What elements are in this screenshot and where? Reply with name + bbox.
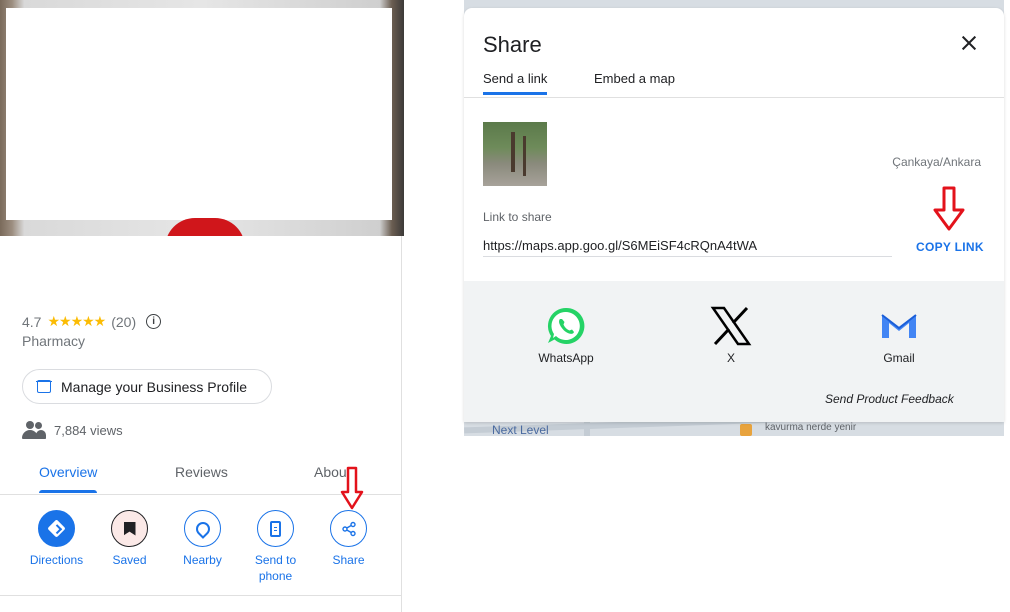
tab-overview[interactable]: Overview xyxy=(39,464,98,493)
share-tabs: Send a link Embed a map xyxy=(464,66,1004,98)
tab-send-a-link[interactable]: Send a link xyxy=(483,71,548,95)
map-label-kavurma[interactable]: kavurma nerde yenir xyxy=(765,422,856,433)
nearby-icon xyxy=(184,510,221,547)
send-to-phone-button[interactable]: Send to phone xyxy=(239,510,312,584)
whatsapp-icon xyxy=(547,307,585,344)
place-address: Çankaya/Ankara xyxy=(892,155,981,169)
nearby-button[interactable]: Nearby xyxy=(166,510,239,584)
views-row: 7,884 views xyxy=(22,420,123,440)
saved-label: Saved xyxy=(112,553,147,567)
gmail-label: Gmail xyxy=(883,351,915,365)
whatsapp-label: WhatsApp xyxy=(538,351,594,365)
send-to-phone-label: Send to phone xyxy=(254,553,297,583)
star-rating-icon: ★★★★★ xyxy=(47,313,106,329)
bookmark-icon xyxy=(111,510,148,547)
x-label: X xyxy=(726,351,735,365)
info-icon[interactable]: i xyxy=(146,314,162,329)
share-label: Share xyxy=(332,553,365,567)
directions-icon xyxy=(38,510,75,547)
divider xyxy=(0,595,402,596)
x-logo-icon xyxy=(710,306,752,346)
link-to-share-label: Link to share xyxy=(483,210,552,224)
action-bar: Directions Saved Nearby Send to phone Sh… xyxy=(20,510,385,584)
rating-value: 4.7 xyxy=(22,313,42,330)
send-feedback-link[interactable]: Send Product Feedback xyxy=(825,392,954,406)
people-icon xyxy=(22,420,46,440)
annotation-arrow-down-icon xyxy=(340,466,364,510)
share-icon xyxy=(330,510,367,547)
manage-business-profile-label: Manage your Business Profile xyxy=(61,378,247,395)
place-category[interactable]: Pharmacy xyxy=(22,333,85,349)
close-icon[interactable] xyxy=(958,32,980,54)
tab-reviews[interactable]: Reviews xyxy=(175,464,228,480)
share-link-input[interactable] xyxy=(483,234,892,257)
manage-business-profile-button[interactable]: Manage your Business Profile xyxy=(22,369,272,404)
photo-redaction xyxy=(6,8,392,220)
annotation-arrow-down-icon xyxy=(933,186,965,231)
restaurant-pin-icon[interactable] xyxy=(740,424,752,436)
place-photo[interactable] xyxy=(0,0,404,236)
share-x-button[interactable]: X xyxy=(710,305,752,365)
photo-red-object xyxy=(165,218,245,236)
place-thumbnail xyxy=(483,122,547,186)
rating-row: 4.7 ★★★★★ (20) i xyxy=(22,313,162,330)
share-whatsapp-button[interactable]: WhatsApp xyxy=(534,305,598,365)
directions-label: Directions xyxy=(29,553,84,567)
map-label-next-level[interactable]: Next Level xyxy=(492,423,549,436)
review-count[interactable]: (20) xyxy=(111,314,136,330)
share-button[interactable]: Share xyxy=(312,510,385,584)
share-gmail-button[interactable]: Gmail xyxy=(874,305,924,365)
gmail-icon xyxy=(881,314,917,338)
nearby-label: Nearby xyxy=(183,553,222,567)
views-count: 7,884 views xyxy=(54,422,123,438)
share-dialog: Share Send a link Embed a map Çankaya/An… xyxy=(464,8,1004,422)
tab-embed-a-map[interactable]: Embed a map xyxy=(594,71,675,86)
directions-button[interactable]: Directions xyxy=(20,510,93,584)
copy-link-button[interactable]: COPY LINK xyxy=(916,240,984,254)
storefront-icon xyxy=(36,380,52,393)
place-panel: 4.7 ★★★★★ (20) i Pharmacy Manage your Bu… xyxy=(0,0,404,612)
share-targets: WhatsApp X Gmail Send Product Feedback xyxy=(464,281,1004,422)
saved-button[interactable]: Saved xyxy=(93,510,166,584)
dialog-title: Share xyxy=(483,32,542,57)
send-to-phone-icon xyxy=(257,510,294,547)
